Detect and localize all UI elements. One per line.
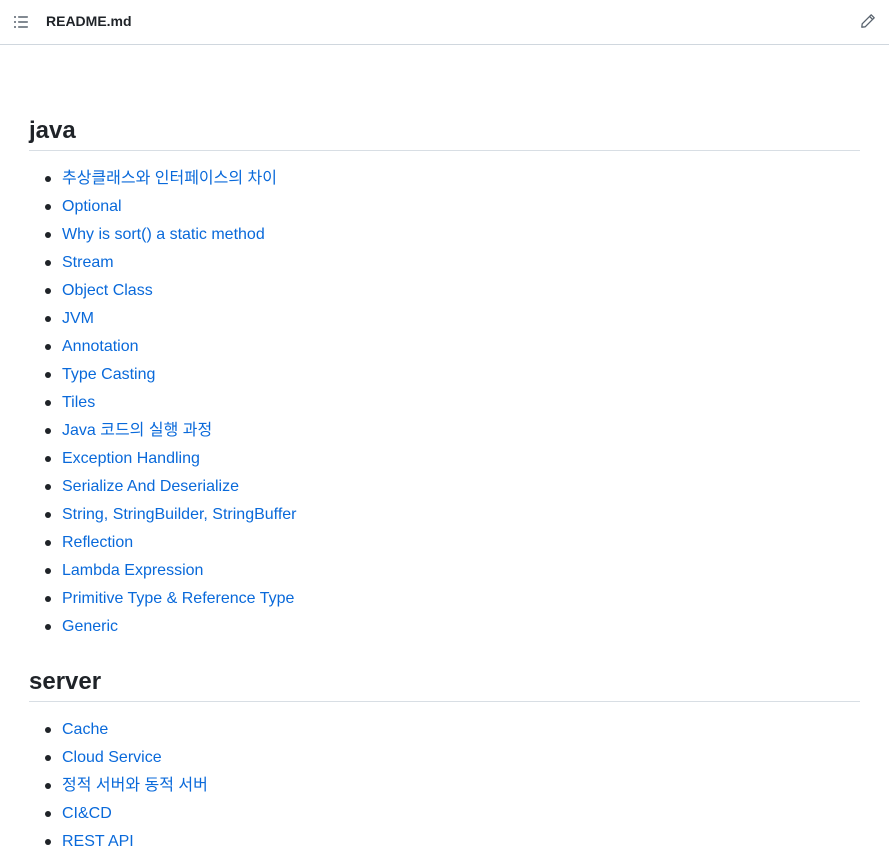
topic-link[interactable]: Primitive Type & Reference Type bbox=[62, 590, 294, 607]
topic-link[interactable]: Why is sort() a static method bbox=[62, 226, 265, 243]
bullet-icon bbox=[45, 755, 51, 761]
list-item: Type Casting bbox=[29, 361, 860, 389]
topic-link[interactable]: Type Casting bbox=[62, 366, 155, 383]
bullet-icon bbox=[45, 176, 51, 182]
section-heading-server: server bbox=[29, 667, 860, 702]
list-item: Lambda Expression bbox=[29, 557, 860, 585]
list-item: REST API bbox=[29, 828, 860, 856]
list-item: String, StringBuilder, StringBuffer bbox=[29, 501, 860, 529]
bullet-icon bbox=[45, 540, 51, 546]
section-server: server Cache Cloud Service 정적 서버와 동적 서버 … bbox=[29, 667, 860, 856]
topic-link[interactable]: Cache bbox=[62, 721, 108, 738]
bullet-icon bbox=[45, 232, 51, 238]
list-unordered-icon[interactable] bbox=[13, 14, 29, 30]
bullet-icon bbox=[45, 596, 51, 602]
bullet-icon bbox=[45, 204, 51, 210]
bullet-icon bbox=[45, 428, 51, 434]
bullet-icon bbox=[45, 727, 51, 733]
topic-link[interactable]: Object Class bbox=[62, 282, 153, 299]
list-item: 추상클래스와 인터페이스의 차이 bbox=[29, 165, 860, 193]
list-item: JVM bbox=[29, 305, 860, 333]
bullet-icon bbox=[45, 456, 51, 462]
list-item: Java 코드의 실행 과정 bbox=[29, 417, 860, 445]
list-item: Primitive Type & Reference Type bbox=[29, 585, 860, 613]
bullet-icon bbox=[45, 260, 51, 266]
bullet-icon bbox=[45, 372, 51, 378]
topic-link[interactable]: Serialize And Deserialize bbox=[62, 478, 239, 495]
bullet-icon bbox=[45, 344, 51, 350]
list-item: Tiles bbox=[29, 389, 860, 417]
list-item: Exception Handling bbox=[29, 445, 860, 473]
topic-link[interactable]: 추상클래스와 인터페이스의 차이 bbox=[62, 170, 277, 187]
bullet-icon bbox=[45, 783, 51, 789]
topic-link[interactable]: REST API bbox=[62, 833, 134, 850]
topic-list-server: Cache Cloud Service 정적 서버와 동적 서버 CI&CD R… bbox=[29, 716, 860, 856]
list-item: Object Class bbox=[29, 277, 860, 305]
list-item: Optional bbox=[29, 193, 860, 221]
list-item: Stream bbox=[29, 249, 860, 277]
list-item: Cache bbox=[29, 716, 860, 744]
topic-link[interactable]: 정적 서버와 동적 서버 bbox=[62, 777, 208, 794]
section-heading-java: java bbox=[29, 116, 860, 151]
list-item: 정적 서버와 동적 서버 bbox=[29, 772, 860, 800]
topic-link[interactable]: String, StringBuilder, StringBuffer bbox=[62, 506, 297, 523]
list-item: Cloud Service bbox=[29, 744, 860, 772]
file-name: README.md bbox=[46, 13, 132, 29]
bullet-icon bbox=[45, 288, 51, 294]
topic-link[interactable]: Exception Handling bbox=[62, 450, 200, 467]
file-header: README.md bbox=[0, 0, 889, 45]
list-item: Generic bbox=[29, 613, 860, 641]
readme-content: java 추상클래스와 인터페이스의 차이 Optional Why is so… bbox=[0, 116, 889, 856]
list-item: Serialize And Deserialize bbox=[29, 473, 860, 501]
topic-link[interactable]: CI&CD bbox=[62, 805, 112, 822]
topic-link[interactable]: JVM bbox=[62, 310, 94, 327]
topic-link[interactable]: Cloud Service bbox=[62, 749, 162, 766]
bullet-icon bbox=[45, 400, 51, 406]
bullet-icon bbox=[45, 811, 51, 817]
pencil-icon[interactable] bbox=[860, 13, 876, 29]
topic-link[interactable]: Optional bbox=[62, 198, 122, 215]
bullet-icon bbox=[45, 484, 51, 490]
topic-link[interactable]: Java 코드의 실행 과정 bbox=[62, 422, 212, 439]
topic-link[interactable]: Tiles bbox=[62, 394, 95, 411]
topic-link[interactable]: Stream bbox=[62, 254, 114, 271]
bullet-icon bbox=[45, 316, 51, 322]
section-java: java 추상클래스와 인터페이스의 차이 Optional Why is so… bbox=[29, 116, 860, 641]
list-item: Reflection bbox=[29, 529, 860, 557]
bullet-icon bbox=[45, 568, 51, 574]
bullet-icon bbox=[45, 512, 51, 518]
list-item: Annotation bbox=[29, 333, 860, 361]
topic-list-java: 추상클래스와 인터페이스의 차이 Optional Why is sort() … bbox=[29, 165, 860, 641]
bullet-icon bbox=[45, 839, 51, 845]
topic-link[interactable]: Lambda Expression bbox=[62, 562, 203, 579]
list-item: CI&CD bbox=[29, 800, 860, 828]
bullet-icon bbox=[45, 624, 51, 630]
topic-link[interactable]: Generic bbox=[62, 618, 118, 635]
topic-link[interactable]: Reflection bbox=[62, 534, 133, 551]
topic-link[interactable]: Annotation bbox=[62, 338, 139, 355]
list-item: Why is sort() a static method bbox=[29, 221, 860, 249]
